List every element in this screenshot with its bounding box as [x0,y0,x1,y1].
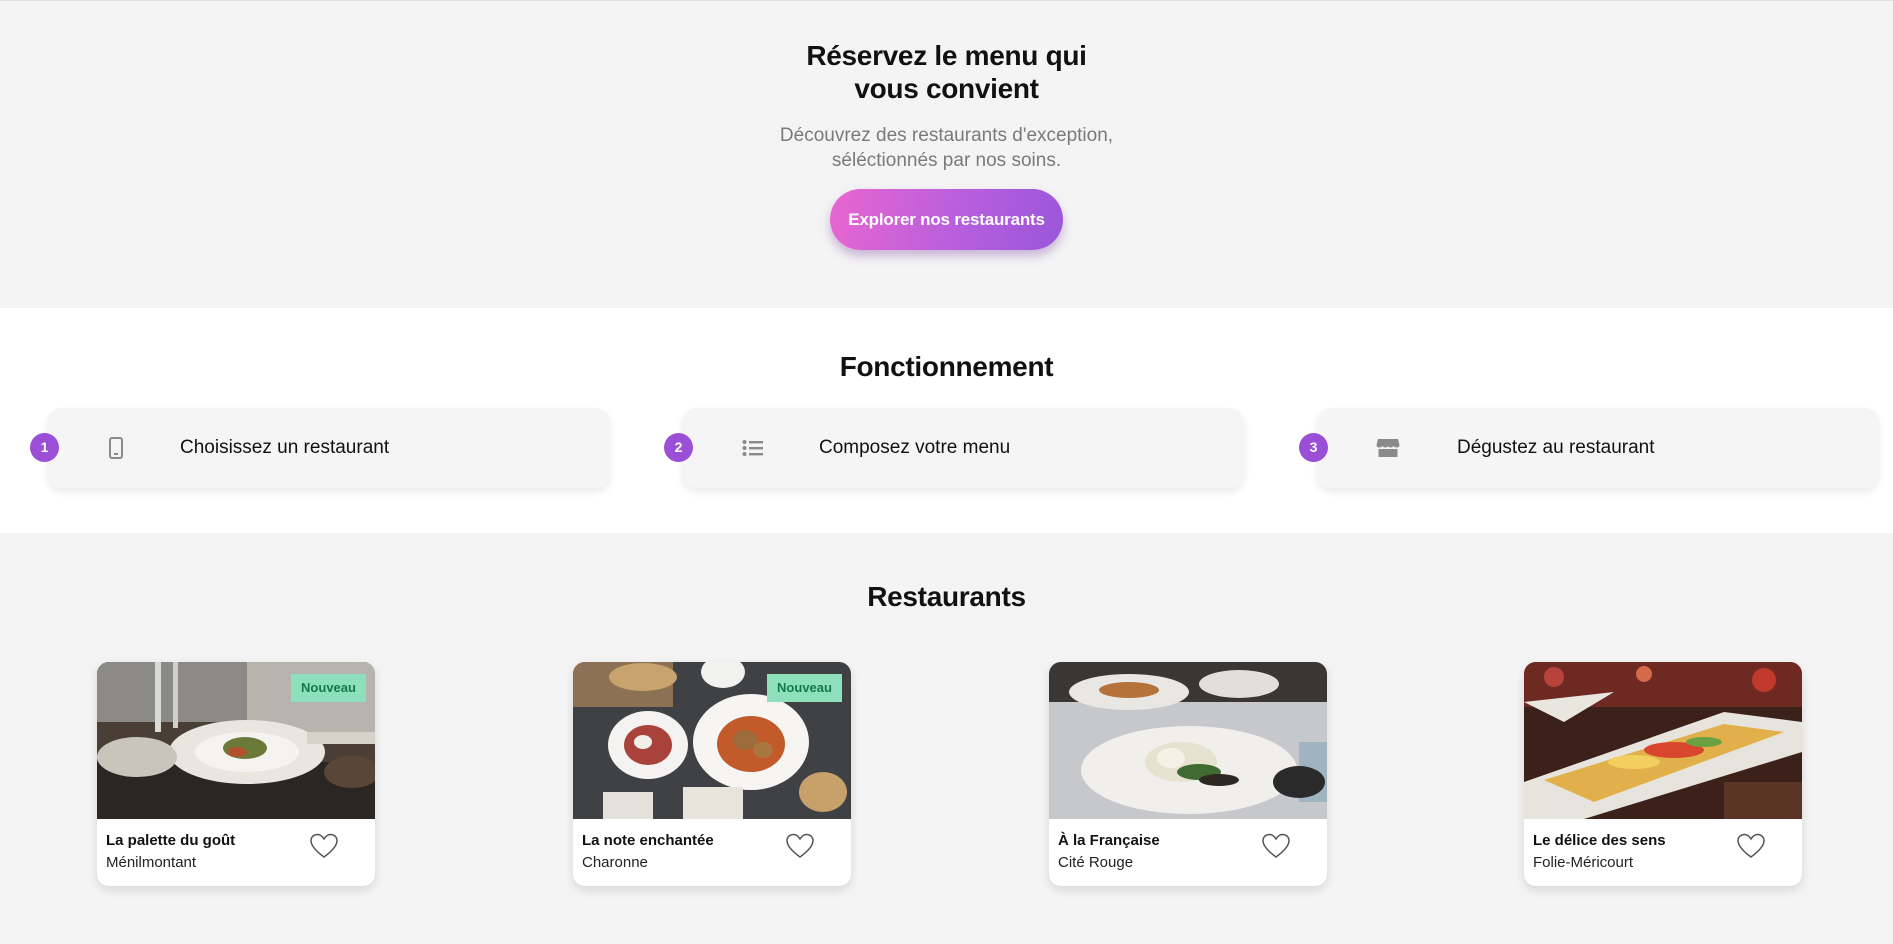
how-it-works-title: Fonctionnement [839,351,1054,382]
restaurants-section: Restaurants Nouveau La palette du goût M… [0,533,1893,944]
restaurant-area: Ménilmontant [106,854,197,871]
list-icon [741,435,765,461]
favorite-heart-icon[interactable] [1261,832,1291,860]
restaurant-photo [1524,662,1802,819]
steps-row: 1 Choisissez un restaurant 2 Composez vo… [0,408,1893,498]
restaurant-name: La note enchantée [582,832,714,849]
restaurant-card[interactable]: Nouveau La palette du goût Ménilmontant [97,662,375,886]
smartphone-icon [104,435,128,461]
step-label: Dégustez au restaurant [1457,437,1655,458]
new-badge: Nouveau [291,674,366,702]
step-number-badge: 2 [664,433,693,462]
restaurant-name: La palette du goût [106,832,236,849]
hero-title: Réservez le menu qui vous convient [806,40,1087,104]
step-number-badge: 1 [30,433,59,462]
favorite-heart-icon[interactable] [785,832,815,860]
favorite-heart-icon[interactable] [309,832,339,860]
step-number-badge: 3 [1299,433,1328,462]
restaurant-area: Folie-Méricourt [1533,854,1634,871]
how-it-works-section: Fonctionnement 1 Choisissez un restauran… [0,308,1893,533]
restaurant-name: À la Française [1058,832,1160,849]
store-icon [1376,435,1400,461]
restaurant-photo: Nouveau [573,662,851,819]
restaurant-card[interactable]: Le délice des sens Folie-Méricourt [1524,662,1802,886]
new-badge: Nouveau [767,674,842,702]
restaurant-name: Le délice des sens [1533,832,1666,849]
restaurant-photo [1049,662,1327,819]
step-label: Composez votre menu [819,437,1011,458]
hero-section: Réservez le menu qui vous convient Décou… [0,0,1893,308]
restaurant-area: Cité Rouge [1058,854,1134,871]
restaurant-photo: Nouveau [97,662,375,819]
restaurant-cards-row: Nouveau La palette du goût Ménilmontant [0,662,1893,892]
restaurant-card[interactable]: À la Française Cité Rouge [1049,662,1327,886]
hero-subtitle: Découvrez des restaurants d'exception, s… [779,125,1114,171]
step-label: Choisissez un restaurant [180,437,390,458]
favorite-heart-icon[interactable] [1736,832,1766,860]
restaurant-area: Charonne [582,854,648,871]
explore-restaurants-button[interactable]: Explorer nos restaurants [830,189,1063,250]
restaurant-card[interactable]: Nouveau La note enchantée Charonne [573,662,851,886]
restaurants-title: Restaurants [867,581,1026,612]
